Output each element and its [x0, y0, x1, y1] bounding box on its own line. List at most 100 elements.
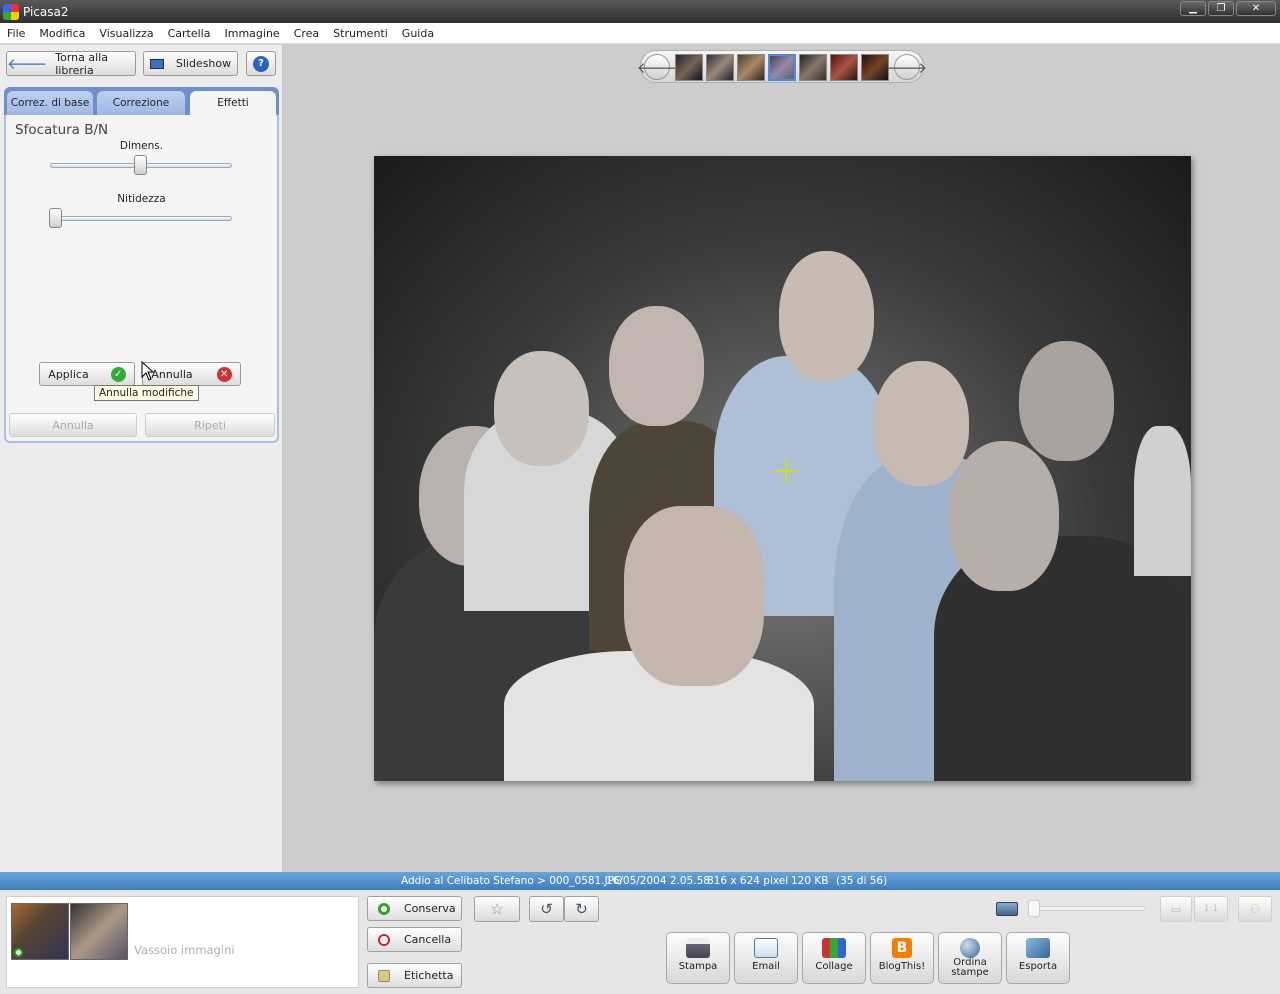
filmstrip: 🡐 🡒: [637, 50, 927, 83]
red-circle-icon: [378, 933, 390, 946]
status-filesize: 120 KB: [791, 875, 829, 887]
tooltip: Annulla modifiche: [94, 385, 199, 401]
x-icon: ✕: [216, 366, 232, 382]
filmstrip-thumb[interactable]: [861, 54, 889, 81]
undo-button[interactable]: Annulla: [9, 413, 137, 437]
collage-button[interactable]: Collage: [802, 932, 866, 984]
menu-guida[interactable]: Guida: [395, 27, 441, 40]
tag-button[interactable]: Etichetta: [367, 963, 462, 988]
zoom-slider[interactable]: [1028, 906, 1146, 911]
sharpness-slider-thumb[interactable]: [49, 208, 62, 228]
main-photo[interactable]: [374, 156, 1191, 781]
rotate-left-button[interactable]: ↺: [529, 896, 564, 922]
rotate-right-icon: ↻: [575, 900, 588, 918]
status-date: 16/05/2004 2.05.58: [606, 875, 710, 887]
fit-view-icon: ▭: [1170, 902, 1182, 916]
filmstrip-thumb-selected[interactable]: [768, 54, 796, 81]
back-to-library-button[interactable]: 🡐 Torna alla libreria: [6, 51, 136, 77]
redo-button[interactable]: Ripeti: [145, 413, 275, 437]
green-circle-icon: [378, 902, 390, 915]
effect-title: Sfocatura B/N: [15, 122, 109, 138]
filmstrip-thumb[interactable]: [737, 54, 765, 81]
help-button[interactable]: ?: [246, 51, 276, 76]
minimize-button[interactable]: ▁: [1180, 1, 1206, 16]
status-index: (35 di 56): [836, 875, 888, 887]
export-icon: [1026, 938, 1050, 958]
keep-indicator-icon: [14, 948, 23, 957]
help-icon: ?: [253, 55, 269, 72]
size-slider-thumb[interactable]: [134, 155, 147, 175]
previous-photo-button[interactable]: 🡐: [637, 54, 677, 80]
window-title: Picasa2: [23, 4, 69, 19]
star-button[interactable]: ☆: [474, 896, 520, 922]
tab-basic-fixes[interactable]: Correz. di base: [7, 91, 93, 115]
arrow-left-icon: 🡐: [7, 55, 48, 73]
mouse-cursor-icon: [141, 361, 155, 381]
people-button[interactable]: ⚇: [1238, 896, 1272, 922]
tray-thumb[interactable]: [70, 903, 128, 960]
globe-icon: [960, 938, 980, 958]
apply-button[interactable]: Applica ✓: [39, 362, 135, 386]
filmstrip-thumb[interactable]: [706, 54, 734, 81]
actual-size-button[interactable]: 1:1: [1194, 896, 1228, 922]
menu-immagine[interactable]: Immagine: [217, 27, 286, 40]
focus-crosshair-icon: [774, 459, 798, 483]
sharpness-slider[interactable]: [50, 216, 232, 221]
sharpness-label: Nitidezza: [117, 193, 166, 205]
arrow-left-icon: 🡐: [636, 58, 678, 77]
tab-bar: Correz. di base Correzione Effetti: [4, 87, 279, 115]
photo-tray: Vassoio immagini: [6, 896, 359, 988]
email-button[interactable]: Email: [734, 932, 798, 984]
printer-icon: [686, 938, 710, 958]
slideshow-button[interactable]: Slideshow: [143, 51, 238, 76]
rotate-right-button[interactable]: ↻: [564, 896, 599, 922]
blogthis-button[interactable]: B BlogThis!: [870, 932, 934, 984]
filmstrip-thumb[interactable]: [675, 54, 703, 81]
menu-visualizza[interactable]: Visualizza: [92, 27, 160, 40]
clear-button[interactable]: Cancella: [367, 927, 462, 952]
menu-modifica[interactable]: Modifica: [32, 27, 92, 40]
bottom-panel: Vassoio immagini Conserva Cancella Etich…: [0, 890, 1280, 994]
filmstrip-thumb[interactable]: [830, 54, 858, 81]
edit-panel: 🡐 Torna alla libreria Slideshow ? Correz…: [0, 45, 283, 872]
checkmark-icon: ✓: [110, 366, 126, 382]
fit-view-button[interactable]: ▭: [1160, 896, 1192, 922]
email-icon: [754, 938, 778, 958]
maximize-button[interactable]: ❐: [1208, 1, 1234, 16]
tray-label: Vassoio immagini: [134, 943, 235, 957]
print-button[interactable]: Stampa: [666, 932, 730, 984]
title-bar: Picasa2 ▁ ❐ ✕: [0, 0, 1280, 23]
filmstrip-thumb[interactable]: [799, 54, 827, 81]
export-button[interactable]: Esporta: [1006, 932, 1070, 984]
picasa-logo-icon: [3, 3, 19, 20]
actual-size-icon: 1:1: [1203, 904, 1219, 914]
rotate-left-icon: ↺: [540, 900, 553, 918]
menu-file[interactable]: File: [0, 27, 32, 40]
status-path: Addio al Celibato Stefano > 000_0581.JPG: [401, 875, 623, 887]
status-dimensions: 816 x 624 pixel: [707, 875, 789, 887]
menu-strumenti[interactable]: Strumenti: [326, 27, 395, 40]
next-photo-button[interactable]: 🡒: [887, 54, 927, 80]
cancel-effect-button[interactable]: Annulla ✕: [142, 362, 241, 386]
collage-icon: [822, 938, 846, 958]
tag-icon: [378, 969, 390, 982]
slideshow-icon: [149, 58, 164, 69]
keep-button[interactable]: Conserva: [367, 896, 462, 921]
tab-effects[interactable]: Effetti: [190, 91, 276, 115]
zoom-icon: [996, 902, 1018, 916]
blogger-icon: B: [892, 938, 912, 958]
people-icon: ⚇: [1249, 902, 1261, 916]
zoom-slider-thumb[interactable]: [1028, 900, 1040, 917]
menu-cartella[interactable]: Cartella: [161, 27, 218, 40]
close-button[interactable]: ✕: [1236, 1, 1276, 16]
photo-viewer: 🡐 🡒: [284, 45, 1280, 872]
order-prints-button[interactable]: Ordina stampe: [938, 932, 1002, 984]
tray-thumb[interactable]: [11, 903, 69, 960]
status-bar: Addio al Celibato Stefano > 000_0581.JPG…: [0, 872, 1280, 890]
tab-tuning[interactable]: Correzione: [97, 91, 185, 115]
star-icon: ☆: [490, 900, 504, 918]
menu-bar: File Modifica Visualizza Cartella Immagi…: [0, 23, 1280, 44]
menu-crea[interactable]: Crea: [287, 27, 326, 40]
arrow-right-icon: 🡒: [886, 58, 928, 77]
size-label: Dimens.: [119, 140, 164, 152]
